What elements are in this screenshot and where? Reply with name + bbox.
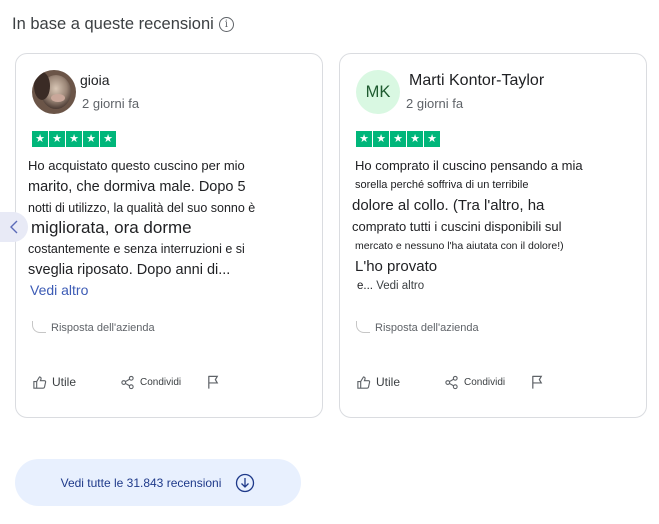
- star-icon: ★: [49, 131, 65, 147]
- info-icon[interactable]: i: [218, 17, 234, 32]
- review-line: sveglia riposato. Dopo anni di...: [28, 262, 231, 278]
- star-icon: ★: [100, 131, 116, 147]
- star-rating: ★ ★ ★ ★ ★: [356, 131, 440, 147]
- star-icon: ★: [356, 131, 372, 147]
- helpful-label: Utile: [376, 375, 401, 389]
- review-actions: Utile Condividi: [356, 374, 545, 390]
- star-icon: ★: [373, 131, 389, 147]
- review-line: notti di utilizzo, la qualità del suo so…: [28, 201, 256, 215]
- review-actions: Utile Condividi: [32, 374, 221, 390]
- company-reply-label: Risposta dell'azienda: [375, 322, 479, 334]
- review-line: comprato tutti i cuscini disponibili sul: [352, 219, 562, 234]
- thumbs-up-icon: [357, 375, 371, 389]
- review-line: migliorata, ora dorme: [31, 218, 192, 237]
- review-card: MK Marti Kontor-Taylor 2 giorni fa ★ ★ ★…: [339, 53, 647, 418]
- review-line: L'ho provato: [355, 258, 438, 275]
- review-text: Ho acquistato questo cuscino per mio mar…: [28, 156, 318, 298]
- reply-icon: [32, 320, 46, 333]
- company-reply[interactable]: Risposta dell'azienda: [32, 320, 155, 334]
- flag-icon: [208, 375, 219, 389]
- helpful-button[interactable]: Utile: [356, 375, 444, 390]
- review-author[interactable]: gioia: [80, 72, 110, 88]
- share-button[interactable]: Condividi: [120, 375, 206, 390]
- share-button[interactable]: Condividi: [444, 375, 530, 390]
- review-card: gioia 2 giorni fa ★ ★ ★ ★ ★ Ho acquistat…: [15, 53, 323, 418]
- see-more-link[interactable]: Vedi altro: [376, 280, 424, 292]
- see-all-reviews-label: Vedi tutte le 31.843 recensioni: [60, 475, 222, 490]
- review-author[interactable]: Marti Kontor-Taylor: [409, 72, 544, 90]
- review-text: Ho comprato il cuscino pensando a mia so…: [352, 156, 642, 292]
- star-icon: ★: [83, 131, 99, 147]
- reply-icon: [356, 320, 370, 333]
- arrow-down-circle-icon: [236, 473, 255, 492]
- review-line: Ho comprato il cuscino pensando a mia: [355, 158, 583, 173]
- flag-icon: [532, 375, 543, 389]
- company-reply[interactable]: Risposta dell'azienda: [356, 320, 479, 334]
- review-line: sorella perché soffriva di un terribile: [355, 179, 529, 191]
- helpful-button[interactable]: Utile: [32, 375, 120, 390]
- helpful-label: Utile: [52, 375, 77, 389]
- avatar[interactable]: [32, 70, 76, 114]
- see-more-link[interactable]: Vedi altro: [30, 282, 318, 298]
- thumbs-up-icon: [33, 375, 47, 389]
- review-line: marito, che dormiva male. Dopo 5: [28, 179, 246, 195]
- star-icon: ★: [32, 131, 48, 147]
- review-line: costantemente e senza interruzioni e si: [28, 242, 245, 256]
- review-line: dolore al collo. (Tra l'altro, ha: [352, 197, 545, 214]
- star-icon: ★: [424, 131, 440, 147]
- report-button[interactable]: [530, 374, 545, 390]
- ellipsis-text: e...: [357, 280, 373, 292]
- share-icon: [445, 375, 458, 389]
- share-label: Condividi: [464, 376, 506, 388]
- chevron-left-icon: [10, 220, 18, 234]
- company-reply-label: Risposta dell'azienda: [51, 322, 155, 334]
- star-icon: ★: [66, 131, 82, 147]
- star-icon: ★: [390, 131, 406, 147]
- section-header: In base a queste recensioni i: [12, 15, 234, 34]
- review-line: mercato e nessuno l'ha aiutata con il do…: [355, 240, 564, 252]
- share-icon: [121, 375, 134, 389]
- see-all-reviews-button[interactable]: Vedi tutte le 31.843 recensioni: [15, 459, 301, 506]
- report-button[interactable]: [206, 374, 221, 390]
- star-rating: ★ ★ ★ ★ ★: [32, 131, 116, 147]
- share-label: Condividi: [140, 376, 182, 388]
- review-line: Ho acquistato questo cuscino per mio: [28, 158, 245, 173]
- section-title: In base a queste recensioni: [12, 15, 214, 33]
- review-date: 2 giorni fa: [406, 96, 464, 111]
- star-icon: ★: [407, 131, 423, 147]
- review-date: 2 giorni fa: [82, 96, 140, 111]
- avatar[interactable]: MK: [356, 70, 400, 114]
